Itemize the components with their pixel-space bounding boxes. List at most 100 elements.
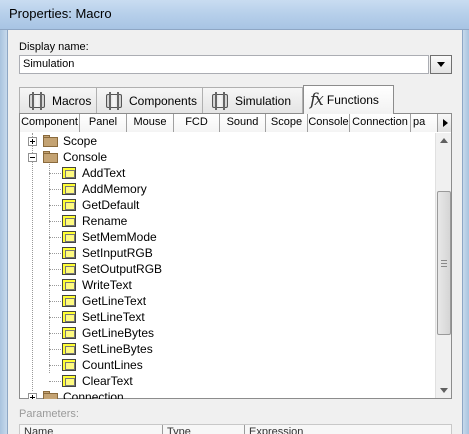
tab-label: Functions bbox=[326, 93, 379, 107]
scroll-down-button[interactable] bbox=[436, 382, 452, 398]
column-header-mouse[interactable]: Mouse bbox=[127, 114, 174, 132]
tree-node-label: ClearText bbox=[82, 374, 133, 388]
column-header-pa[interactable]: pa bbox=[411, 114, 438, 132]
column-header-scope[interactable]: Scope bbox=[266, 114, 308, 132]
parameters-label: Parameters: bbox=[19, 408, 79, 420]
tree-node-label: Console bbox=[63, 150, 108, 164]
tree-node-label: SetLineBytes bbox=[82, 342, 153, 356]
tree-node-label: Rename bbox=[82, 214, 128, 228]
function-icon bbox=[62, 327, 76, 339]
component-icon bbox=[26, 91, 48, 111]
column-header-component[interactable]: Component bbox=[20, 114, 80, 132]
tree-node-label: GetLineText bbox=[82, 294, 147, 308]
expand-icon[interactable] bbox=[28, 137, 37, 146]
tree-guide-line bbox=[49, 205, 61, 206]
tree-guide-line bbox=[49, 173, 61, 174]
tree-node-function[interactable]: SetInputRGB bbox=[20, 245, 434, 261]
window-frame-right bbox=[462, 0, 469, 434]
collapse-icon[interactable] bbox=[28, 153, 37, 162]
tree-node-function[interactable]: CountLines bbox=[20, 357, 434, 373]
tree-node-function[interactable]: Rename bbox=[20, 213, 434, 229]
column-header-panel[interactable]: Panel bbox=[80, 114, 127, 132]
tree-node-console[interactable]: Console bbox=[20, 149, 434, 165]
tab-macros[interactable]: Macros bbox=[19, 87, 97, 114]
column-header-sound[interactable]: Sound bbox=[220, 114, 266, 132]
tab-components[interactable]: Components bbox=[96, 87, 203, 114]
function-icon bbox=[62, 375, 76, 387]
tree-node-label: Scope bbox=[63, 134, 98, 148]
tree-node-label: AddMemory bbox=[82, 182, 147, 196]
tree-node-scope[interactable]: Scope bbox=[20, 133, 434, 149]
tab-functions[interactable]: fx Functions bbox=[303, 85, 394, 114]
window-frame-left bbox=[0, 0, 8, 434]
tree-guide-line bbox=[49, 381, 61, 382]
tree-node-label: Connection bbox=[63, 390, 124, 399]
function-icon bbox=[62, 343, 76, 355]
scroll-thumb[interactable] bbox=[437, 191, 451, 335]
tree-node-label: GetDefault bbox=[82, 198, 140, 212]
tree-node-function[interactable]: SetMemMode bbox=[20, 229, 434, 245]
tree-node-label: GetLineBytes bbox=[82, 326, 155, 340]
tree-node-function[interactable]: WriteText bbox=[20, 277, 434, 293]
tree-guide-line bbox=[49, 317, 61, 318]
tab-label: Components bbox=[129, 94, 198, 108]
tree-node-function[interactable]: SetLineText bbox=[20, 309, 434, 325]
tree-guide-line bbox=[49, 269, 61, 270]
function-tree: Scope Console AddText AddMemory GetDefault… bbox=[20, 133, 434, 399]
function-icon bbox=[62, 263, 76, 275]
tree-node-function[interactable]: GetLineBytes bbox=[20, 325, 434, 341]
tree-guide-line bbox=[49, 285, 61, 286]
vertical-scrollbar[interactable] bbox=[435, 133, 451, 398]
column-header-connection[interactable]: Connection bbox=[350, 114, 411, 132]
grip-icon bbox=[441, 260, 447, 267]
param-column-type[interactable]: Type bbox=[163, 425, 245, 434]
param-column-expression[interactable]: Expression bbox=[245, 425, 451, 434]
title-bar[interactable]: Properties: Macro bbox=[0, 0, 469, 30]
tree-guide-line bbox=[49, 365, 61, 366]
tab-label: Macros bbox=[52, 94, 92, 108]
tree-node-function[interactable]: GetDefault bbox=[20, 197, 434, 213]
tree-node-function[interactable]: GetLineText bbox=[20, 293, 434, 309]
tree-guide-line bbox=[49, 189, 61, 190]
dialog-client: Display name: Simulation Macros Componen… bbox=[8, 30, 462, 434]
tree-guide-line bbox=[49, 237, 61, 238]
column-header-fcd[interactable]: FCD bbox=[174, 114, 220, 132]
function-icon bbox=[62, 311, 76, 323]
function-icon bbox=[62, 295, 76, 307]
fx-icon: fx bbox=[310, 90, 324, 110]
component-icon bbox=[209, 91, 231, 111]
functions-panel: Component Panel Mouse FCD Sound Scope Co… bbox=[19, 113, 452, 399]
tree-guide-line bbox=[49, 301, 61, 302]
folder-icon bbox=[43, 391, 59, 399]
tab-simulation[interactable]: Simulation bbox=[202, 87, 303, 114]
tab-label: Simulation bbox=[235, 94, 292, 108]
tree-node-function[interactable]: AddMemory bbox=[20, 181, 434, 197]
expand-icon[interactable] bbox=[28, 393, 37, 399]
function-icon bbox=[62, 359, 76, 371]
tree-node-function[interactable]: SetLineBytes bbox=[20, 341, 434, 357]
display-name-label: Display name: bbox=[19, 41, 89, 53]
tree-node-function[interactable]: SetOutputRGB bbox=[20, 261, 434, 277]
function-icon bbox=[62, 183, 76, 195]
tree-node-label: CountLines bbox=[82, 358, 143, 372]
tree-node-function[interactable]: AddText bbox=[20, 165, 434, 181]
display-name-dropdown-button[interactable] bbox=[430, 55, 452, 74]
column-header-console[interactable]: Console bbox=[308, 114, 350, 132]
param-column-name[interactable]: Name bbox=[20, 425, 163, 434]
display-name-combobox[interactable]: Simulation bbox=[19, 55, 429, 74]
parameters-table: Name Type Expression bbox=[19, 424, 452, 434]
tree-node-label: SetLineText bbox=[82, 310, 145, 324]
scroll-right-button[interactable] bbox=[437, 114, 451, 132]
folder-icon bbox=[43, 135, 59, 147]
tree-node-connection[interactable]: Connection bbox=[20, 389, 434, 399]
scroll-up-button[interactable] bbox=[436, 133, 452, 149]
function-icon bbox=[62, 199, 76, 211]
tree-node-function[interactable]: ClearText bbox=[20, 373, 434, 389]
folder-icon bbox=[43, 151, 59, 163]
function-icon bbox=[62, 167, 76, 179]
function-icon bbox=[62, 279, 76, 291]
tree-guide-line bbox=[49, 349, 61, 350]
window-title: Properties: Macro bbox=[9, 6, 112, 21]
tab-strip: Macros Components Simulation fx Function… bbox=[19, 85, 452, 114]
tree-node-label: SetMemMode bbox=[82, 230, 157, 244]
